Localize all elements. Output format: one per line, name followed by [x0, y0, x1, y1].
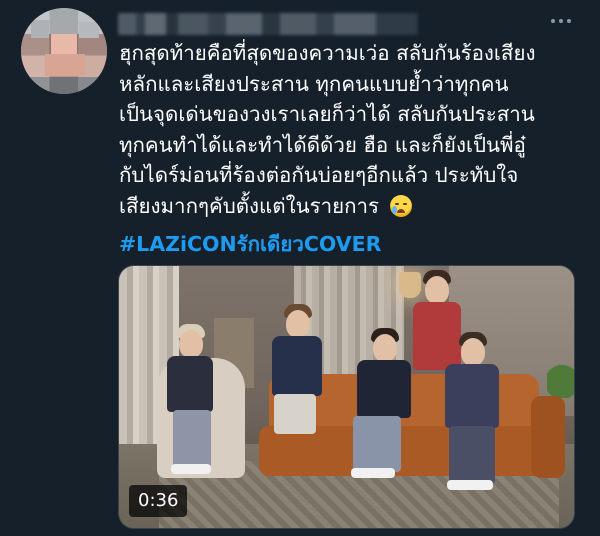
tweet-text-line: เสียงมากๆคับตั้งแต่ในรายการ: [119, 193, 380, 218]
tweet-text: ฮุกสุดท้ายคือที่สุดของความเว่อ สลับกันร้…: [119, 38, 594, 221]
lamp: [399, 272, 421, 298]
loudly-crying-face-emoji-icon: [389, 194, 412, 217]
dot: [551, 19, 555, 23]
person-shoes: [447, 480, 493, 490]
tweet-text-line: ทุกคนทำได้และทำได้ดีด้วย ฮือ และก็ยังเป็…: [119, 132, 526, 157]
tweet-text-line: ฮุกสุดท้ายคือที่สุดของความเว่อ สลับกันร้…: [119, 41, 536, 65]
person-head: [179, 330, 203, 358]
tweet-text-line: หลักและเสียงประสาน ทุกคนแบบย้ำว่าทุกคน: [119, 71, 509, 96]
person-legs: [353, 416, 401, 472]
tweet-text-line: กับไดร์ม่อนที่ร้องต่อกันบ่อยๆอีกแล้ว ประ…: [119, 163, 519, 187]
person-legs: [173, 410, 211, 468]
person-torso: [272, 336, 322, 396]
person-torso: [445, 364, 499, 428]
video-player[interactable]: 0:36: [118, 265, 575, 529]
avatar-mosaic-block: [31, 20, 49, 38]
person-head: [286, 310, 310, 338]
person-torso: [357, 360, 411, 418]
person-head: [373, 334, 397, 362]
sofa-arm: [531, 396, 565, 478]
dot: [559, 19, 563, 23]
more-options-icon[interactable]: [548, 14, 574, 28]
hashtag-link[interactable]: #LAZiCONรักเดียวCOVER: [119, 228, 381, 261]
person-torso: [413, 302, 461, 370]
dot: [567, 19, 571, 23]
avatar[interactable]: [21, 8, 107, 94]
video-duration-badge: 0:36: [129, 485, 188, 517]
plant: [547, 358, 574, 398]
person-shoes: [351, 468, 395, 478]
tweet-header: [118, 9, 538, 39]
person-legs: [449, 426, 495, 484]
tweet-text-line-last: เสียงมากๆคับตั้งแต่ในรายการ: [119, 191, 594, 222]
person-legs: [274, 394, 316, 434]
person-head: [425, 276, 449, 304]
person-torso: [167, 356, 213, 412]
tear: [391, 205, 397, 214]
tweet: ฮุกสุดท้ายคือที่สุดของความเว่อ สลับกันร้…: [0, 0, 600, 536]
avatar-mosaic-block: [51, 34, 77, 54]
tweet-text-line: เป็นจุดเด่นของวงเราเลยก็ว่าได้ สลับกันปร…: [119, 102, 535, 126]
person-head: [461, 338, 485, 366]
person-shoes: [171, 464, 211, 474]
avatar-mosaic-block: [45, 54, 85, 76]
avatar-mosaic-block: [79, 22, 99, 38]
blurred-username[interactable]: [118, 13, 418, 35]
